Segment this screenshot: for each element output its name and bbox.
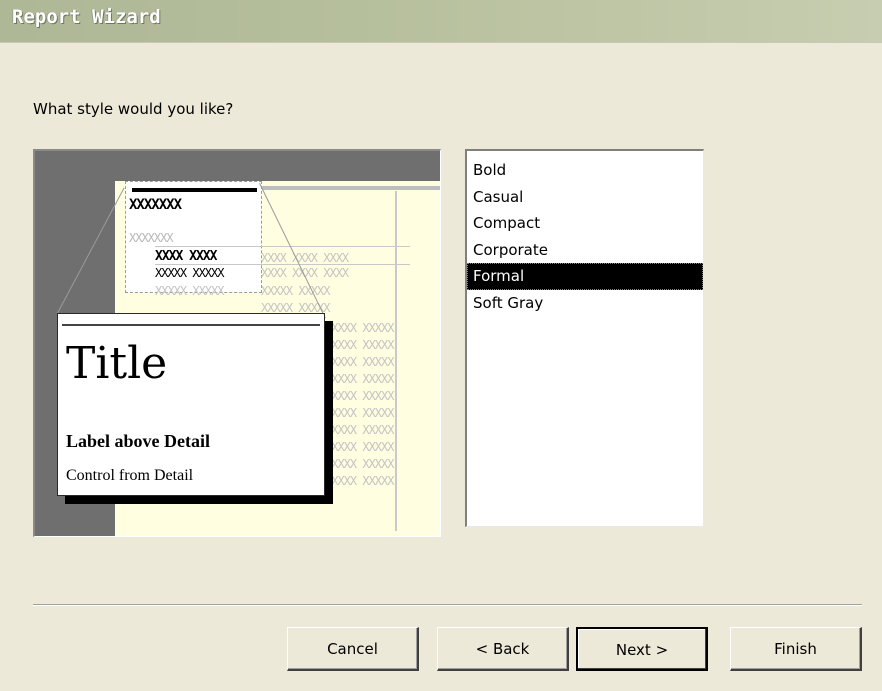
next-button[interactable]: Next > [576, 627, 708, 671]
style-option-bold[interactable]: Bold [467, 157, 703, 184]
sample-title: Title [66, 338, 168, 389]
sample-label: Label above Detail [66, 431, 210, 451]
preview-placeholder-faint: XXXXX XXXXX [325, 474, 394, 488]
preview-placeholder-faint: XXXXX XXXXX [325, 457, 394, 471]
style-option-compact[interactable]: Compact [467, 210, 703, 237]
preview-placeholder-label2: XXXX XXXX [155, 249, 217, 264]
title-bar: Report Wizard [0, 0, 882, 43]
preview-placeholder-faint: XXXXX XXXXX [325, 423, 394, 437]
preview-placeholder-faint: XXXXX XXXXX [261, 284, 330, 298]
cancel-button[interactable]: Cancel [287, 627, 419, 671]
preview-row-rule [155, 246, 410, 247]
style-prompt: What style would you like? [33, 100, 234, 118]
preview-placeholder-faint: XXXXX XXXXX [155, 284, 224, 298]
preview-placeholder-faint: XXXXX XXXXX [325, 389, 394, 403]
preview-placeholder-faint: XXXX XXXX XXXX [261, 251, 349, 265]
preview-placeholder-row: XXXXX XXXXX [155, 266, 224, 280]
button-separator [33, 604, 862, 606]
finish-button[interactable]: Finish [730, 627, 862, 671]
preview-placeholder-faint: XXXXX XXXXX [325, 321, 394, 335]
preview-placeholder-label: XXXXXXX [129, 231, 174, 245]
preview-placeholder-heading: XXXXXXX [129, 197, 182, 213]
preview-callout: Title Label above Detail Control from De… [57, 313, 325, 496]
preview-placeholder-faint: XXXXX XXXXX [325, 355, 394, 369]
preview-placeholder-faint: XXXXX XXXXX [325, 406, 394, 420]
preview-placeholder-faint: XXXXX XXXXX [325, 440, 394, 454]
style-preview: XXXXXXX XXXXXXX XXXX XXXX XXXX XXXX XXXX… [33, 149, 441, 537]
style-listbox[interactable]: Bold Casual Compact Corporate Formal Soft Gra… [465, 149, 704, 527]
callout-rule [62, 324, 320, 326]
style-option-corporate[interactable]: Corporate [467, 237, 703, 264]
preview-heading-rule [132, 188, 257, 192]
style-option-casual[interactable]: Casual [467, 184, 703, 211]
preview-placeholder-faint: XXXXX XXXXX [325, 338, 394, 352]
sample-control: Control from Detail [66, 467, 194, 484]
style-option-soft-gray[interactable]: Soft Gray [467, 290, 703, 317]
preview-page-edge [395, 191, 397, 531]
preview-placeholder-faint: XXXXX XXXXX [325, 372, 394, 386]
preview-row-rule [155, 264, 410, 265]
window-title: Report Wizard [12, 6, 161, 28]
style-option-formal[interactable]: Formal [467, 263, 703, 290]
back-button[interactable]: < Back [437, 627, 569, 671]
